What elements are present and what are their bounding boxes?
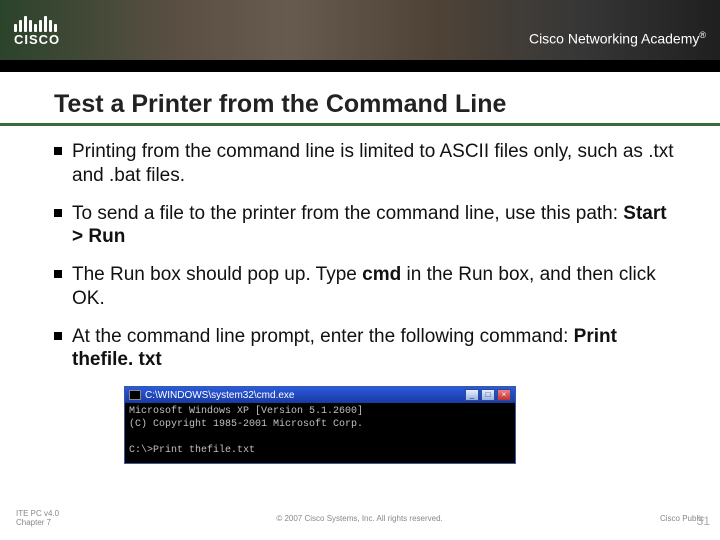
maximize-button[interactable]: □: [481, 389, 495, 401]
slide-header: CISCO Cisco Networking Academy®: [0, 0, 720, 60]
bullet-text: Printing from the command line is limite…: [72, 140, 676, 188]
bullet-marker: [54, 332, 62, 340]
bullet-item: At the command line prompt, enter the fo…: [54, 325, 676, 373]
bullet-item: The Run box should pop up. Type cmd in t…: [54, 263, 676, 311]
bullet-marker: [54, 270, 62, 278]
cmd-icon: [129, 390, 141, 400]
bullet-text: To send a file to the printer from the c…: [72, 202, 676, 250]
slide-footer: ITE PC v4.0 Chapter 7 © 2007 Cisco Syste…: [0, 509, 720, 528]
footer-copyright: © 2007 Cisco Systems, Inc. All rights re…: [59, 514, 660, 523]
bullet-marker: [54, 209, 62, 217]
bullet-text: At the command line prompt, enter the fo…: [72, 325, 676, 373]
header-black-bar: [0, 60, 720, 72]
registered-mark: ®: [699, 30, 706, 40]
bullet-item: To send a file to the printer from the c…: [54, 202, 676, 250]
footer-left: ITE PC v4.0 Chapter 7: [16, 509, 59, 528]
cmd-body: Microsoft Windows XP [Version 5.1.2600] …: [125, 403, 515, 463]
close-button[interactable]: ×: [497, 389, 511, 401]
title-underline: [0, 123, 720, 126]
cmd-window: C:\WINDOWS\system32\cmd.exe _ □ × Micros…: [124, 386, 516, 464]
cmd-window-buttons: _ □ ×: [465, 389, 511, 401]
cmd-title-text: C:\WINDOWS\system32\cmd.exe: [145, 390, 294, 401]
minimize-button[interactable]: _: [465, 389, 479, 401]
slide-content: Test a Printer from the Command Line Pri…: [0, 72, 720, 464]
slide-title: Test a Printer from the Command Line: [54, 90, 676, 119]
cisco-logo-bars: [14, 14, 57, 32]
cmd-titlebar: C:\WINDOWS\system32\cmd.exe _ □ ×: [125, 387, 515, 403]
bullet-text: The Run box should pop up. Type cmd in t…: [72, 263, 676, 311]
bullet-marker: [54, 147, 62, 155]
cisco-logo-text: CISCO: [14, 32, 60, 47]
bullet-item: Printing from the command line is limite…: [54, 140, 676, 188]
cisco-logo: CISCO: [0, 14, 60, 47]
page-number: 31: [697, 514, 710, 528]
academy-label: Cisco Networking Academy®: [529, 30, 706, 47]
